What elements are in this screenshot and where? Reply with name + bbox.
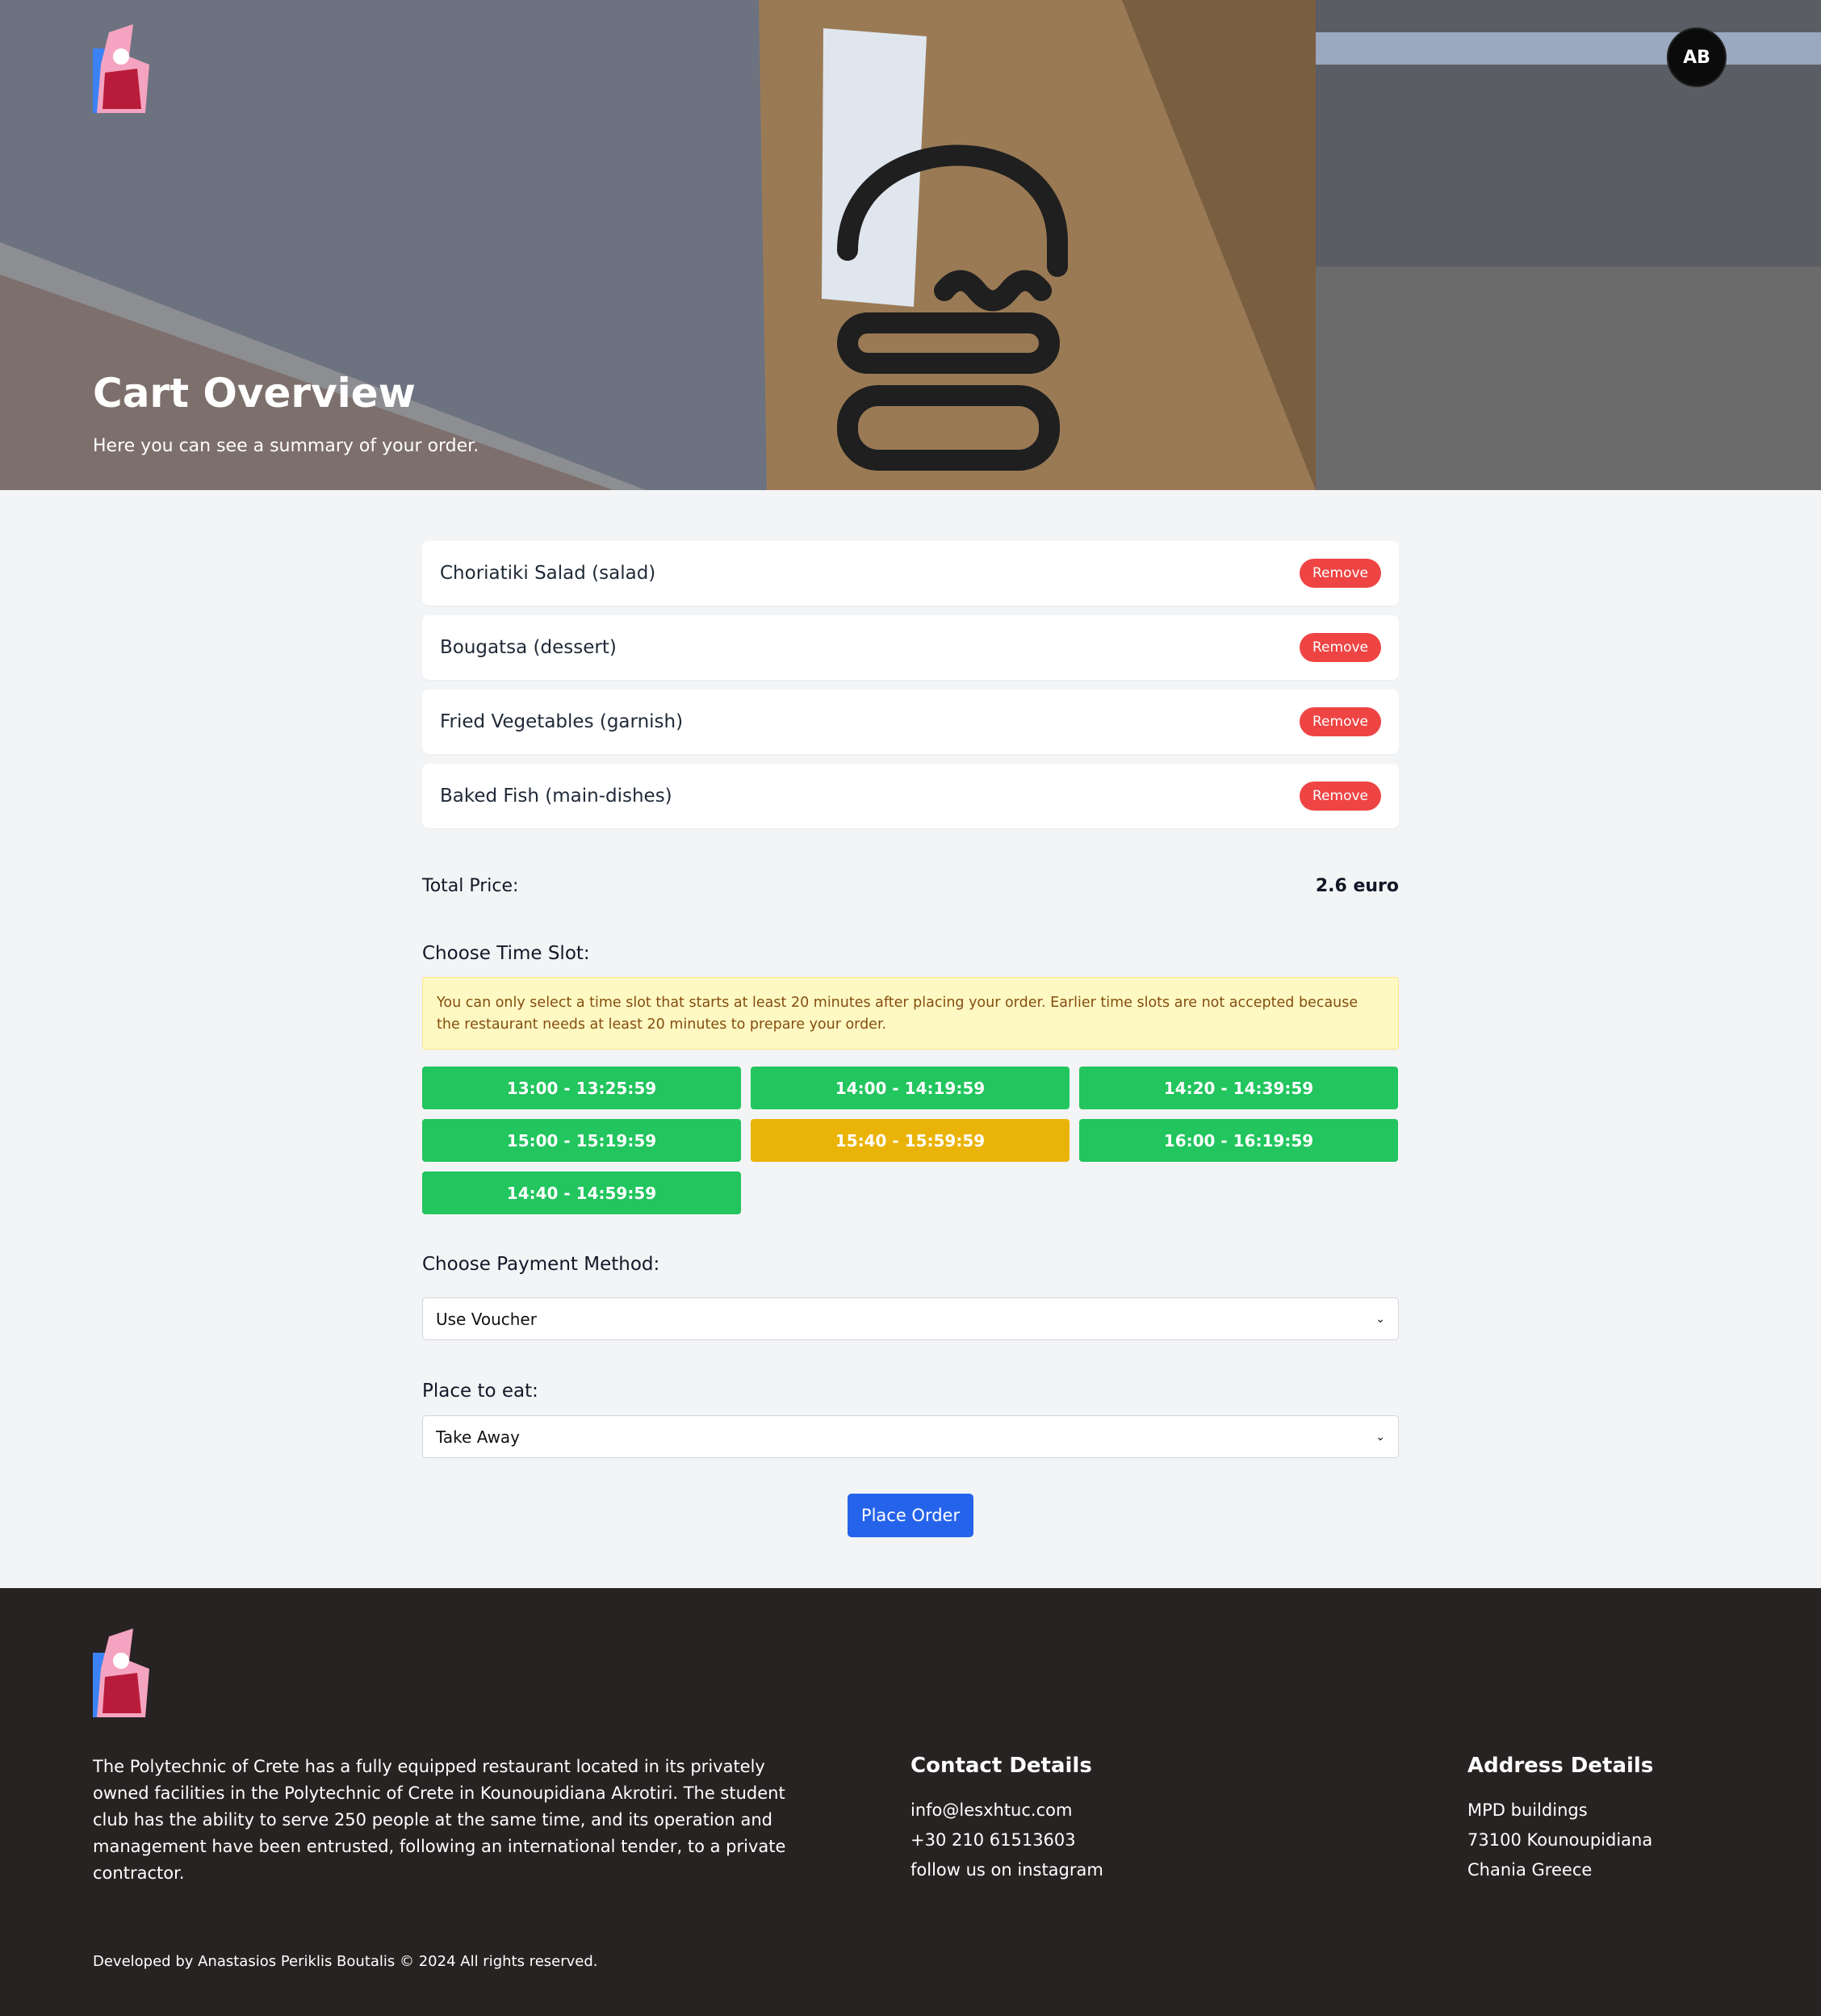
cart-item-name: Bougatsa (dessert) xyxy=(440,637,617,658)
polytechnic-logo xyxy=(93,1628,149,1717)
footer: The Polytechnic of Crete has a fully equ… xyxy=(0,1588,1821,2016)
remove-button[interactable]: Remove xyxy=(1300,782,1381,811)
time-slot-button-selected[interactable]: 15:40 - 15:59:59 xyxy=(751,1119,1070,1162)
user-avatar[interactable]: AB xyxy=(1667,27,1727,87)
payment-method-label: Choose Payment Method: xyxy=(422,1254,660,1275)
place-order-button[interactable]: Place Order xyxy=(848,1494,973,1537)
address-line: MPD buildings xyxy=(1467,1800,1588,1820)
address-line: Chania Greece xyxy=(1467,1860,1593,1880)
remove-button[interactable]: Remove xyxy=(1300,707,1381,736)
contact-title: Contact Details xyxy=(910,1754,1092,1778)
remove-button[interactable]: Remove xyxy=(1300,559,1381,588)
time-slot-button[interactable]: 14:00 - 14:19:59 xyxy=(751,1067,1070,1109)
cart-item-name: Choriatiki Salad (salad) xyxy=(440,563,656,584)
footer-address: Address Details MPD buildings 73100 Koun… xyxy=(1467,1754,1653,1885)
time-slot-button[interactable]: 16:00 - 16:19:59 xyxy=(1079,1119,1398,1162)
instagram-link[interactable]: follow us on instagram xyxy=(910,1855,1103,1885)
place-to-eat-value: Take Away xyxy=(436,1427,521,1447)
remove-button[interactable]: Remove xyxy=(1300,633,1381,662)
time-slot-button[interactable]: 13:00 - 13:25:59 xyxy=(422,1067,741,1109)
time-slot-label: Choose Time Slot: xyxy=(422,943,590,964)
copyright-text: Developed by Anastasios Periklis Boutali… xyxy=(93,1953,598,1970)
chevron-down-icon: ⌄ xyxy=(1375,1430,1385,1444)
footer-about-text: The Polytechnic of Crete has a fully equ… xyxy=(93,1757,786,1883)
polytechnic-logo xyxy=(93,24,149,113)
page-title: Cart Overview xyxy=(93,370,416,417)
footer-contact: Contact Details info@lesxhtuc.com +30 21… xyxy=(910,1754,1103,1885)
time-slot-button[interactable]: 15:00 - 15:19:59 xyxy=(422,1119,741,1162)
cart-item-name: Baked Fish (main-dishes) xyxy=(440,786,672,807)
cart-item: Fried Vegetables (garnish) Remove xyxy=(422,689,1399,754)
page-subtitle: Here you can see a summary of your order… xyxy=(93,436,479,456)
cart-item-name: Fried Vegetables (garnish) xyxy=(440,711,684,732)
cart-content: Choriatiki Salad (salad) Remove Bougatsa… xyxy=(422,541,1399,1537)
contact-email[interactable]: info@lesxhtuc.com xyxy=(910,1796,1103,1825)
time-slot-grid: 13:00 - 13:25:59 14:00 - 14:19:59 14:20 … xyxy=(422,1067,1399,1214)
cart-item: Choriatiki Salad (salad) Remove xyxy=(422,541,1399,606)
cart-items-list: Choriatiki Salad (salad) Remove Bougatsa… xyxy=(422,541,1399,828)
hero-banner: AB Cart Overview Here you can see a summ… xyxy=(0,0,1821,490)
time-slot-button[interactable]: 14:40 - 14:59:59 xyxy=(422,1171,741,1214)
cart-item: Baked Fish (main-dishes) Remove xyxy=(422,764,1399,828)
cart-item: Bougatsa (dessert) Remove xyxy=(422,615,1399,680)
address-title: Address Details xyxy=(1467,1754,1654,1778)
total-price-row: Total Price: 2.6 euro xyxy=(422,876,1399,896)
total-price-label: Total Price: xyxy=(422,876,519,896)
time-slot-button[interactable]: 14:20 - 14:39:59 xyxy=(1079,1067,1398,1109)
place-to-eat-select[interactable]: Take Away ⌄ xyxy=(422,1415,1399,1458)
chevron-down-icon: ⌄ xyxy=(1375,1312,1385,1326)
payment-method-select[interactable]: Use Voucher ⌄ xyxy=(422,1297,1399,1340)
total-price-value: 2.6 euro xyxy=(1315,876,1399,896)
contact-phone[interactable]: +30 210 61513603 xyxy=(910,1825,1103,1855)
place-to-eat-label: Place to eat: xyxy=(422,1381,538,1402)
payment-method-value: Use Voucher xyxy=(436,1309,537,1329)
address-line: 73100 Kounoupidiana xyxy=(1467,1830,1653,1850)
time-slot-notice: You can only select a time slot that sta… xyxy=(422,977,1399,1050)
